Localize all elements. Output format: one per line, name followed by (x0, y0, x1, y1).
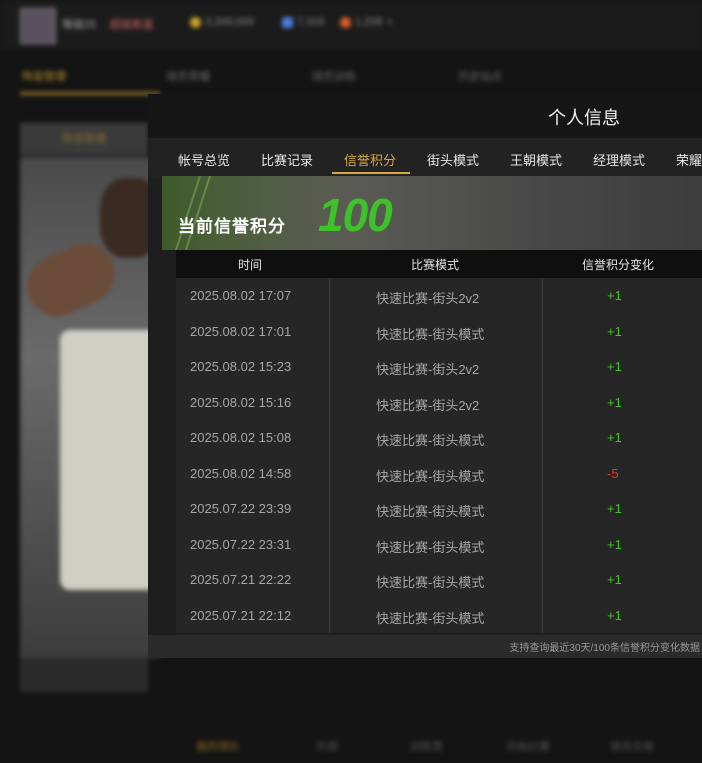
row-match-mode: 快速比赛-街头模式 (376, 326, 485, 342)
row-score-change: +1 (607, 536, 622, 552)
row-match-mode: 快速比赛-街头模式 (376, 468, 485, 484)
row-time: 2025.08.02 15:16 (190, 394, 292, 410)
table-row: 2025.08.02 14:58 快速比赛-街头模式 -5 (176, 456, 702, 492)
tab-account-overview[interactable]: 帐号总览 (178, 150, 230, 169)
nav-tab-honors[interactable]: 球员荣耀 (166, 68, 210, 84)
bottom-nav (0, 725, 702, 763)
nav-active-underline (20, 92, 160, 95)
row-match-mode: 快速比赛-街头模式 (376, 433, 485, 448)
bottom-nav-appearance[interactable]: 外观 (316, 738, 338, 754)
row-time: 2025.07.22 23:31 (190, 536, 292, 552)
table-row: 2025.07.22 23:39 快速比赛-街头模式 +1 (176, 491, 702, 527)
header-match-mode: 比赛模式 (411, 258, 460, 272)
row-score-change: +1 (607, 323, 622, 339)
row-score-change: +1 (607, 288, 622, 303)
tab-street-mode[interactable]: 街头模式 (427, 150, 479, 169)
row-score-change: -5 (607, 465, 619, 481)
tab-manager-mode[interactable]: 经理模式 (593, 150, 645, 169)
rank-label: 超级新星 (110, 19, 154, 31)
row-match-mode: 快速比赛-街头模式 (376, 575, 485, 590)
tab-credit-score[interactable]: 信誉积分 (344, 150, 396, 169)
tab-match-records[interactable]: 比赛记录 (261, 150, 313, 169)
top-status-bar: 等级25 超级新星 3,349,009 7,316 1,208 + (0, 0, 702, 50)
row-time: 2025.07.21 22:22 (190, 572, 292, 587)
row-score-change: +1 (607, 359, 622, 374)
diamond-icon (282, 16, 293, 28)
gold-currency: 3,349,009 (190, 16, 254, 28)
row-score-change: +1 (607, 394, 622, 410)
ticket-icon (340, 16, 351, 28)
table-row: 2025.08.02 17:07 快速比赛-街头2v2 +1 (176, 278, 702, 314)
tab-honors[interactable]: 荣耀 (676, 150, 702, 169)
header-score-change: 信誉积分变化 (582, 258, 655, 272)
nav-tab-lineup[interactable]: 阵容管理 (22, 68, 66, 84)
table-row: 2025.07.21 22:22 快速比赛-街头模式 +1 (176, 562, 702, 598)
nav-tab-history[interactable]: 历史站点 (458, 68, 502, 84)
ticket-currency: 1,208 + (340, 16, 393, 28)
row-time: 2025.08.02 14:58 (190, 465, 292, 481)
row-match-mode: 快速比赛-街头模式 (376, 539, 485, 555)
tab-dynasty-mode[interactable]: 王朝模式 (510, 150, 562, 169)
nav-tab-training[interactable]: 球员训练 (312, 68, 356, 84)
sub-tab-lineup[interactable]: 阵容管理 (20, 124, 148, 154)
current-credit-score-label: 当前信誉积分 (178, 217, 286, 236)
modal-title: 个人信息 (548, 108, 620, 128)
bottom-nav-my-team[interactable]: 我的球队 (196, 738, 240, 754)
player-level: 等级25 (62, 19, 97, 31)
credit-score-banner: 当前信誉积分 100 (162, 176, 702, 250)
row-time: 2025.08.02 17:01 (190, 323, 292, 339)
row-time: 2025.07.22 23:39 (190, 501, 292, 516)
row-time: 2025.08.02 15:08 (190, 430, 292, 445)
row-match-mode: 快速比赛-街头2v2 (376, 291, 480, 306)
query-limit-note: 支持查询最近30天/100条信誉积分变化数据 (509, 643, 700, 654)
modal-tabs: 帐号总览 比赛记录 信誉积分 街头模式 王朝模式 经理模式 荣耀 (148, 138, 702, 178)
row-score-change: +1 (607, 501, 622, 516)
row-match-mode: 快速比赛-街头模式 (376, 610, 485, 626)
player-jersey (60, 330, 160, 590)
bottom-nav-start-game[interactable]: 开始比赛 (506, 738, 550, 754)
table-row: 2025.07.21 22:12 快速比赛-街头模式 +1 (176, 598, 702, 634)
modal-footer: 支持查询最近30天/100条信誉积分变化数据 (148, 635, 702, 658)
current-credit-score-value: 100 (318, 189, 393, 241)
table-row: 2025.08.02 15:16 快速比赛-街头2v2 +1 (176, 385, 702, 421)
row-match-mode: 快速比赛-街头2v2 (376, 397, 480, 413)
bottom-nav-player-trade[interactable]: 球员交易 (610, 738, 654, 754)
bottom-nav-training-camp[interactable]: 训练营 (410, 738, 443, 754)
table-row: 2025.08.02 17:01 快速比赛-街头模式 +1 (176, 314, 702, 350)
table-body: 2025.08.02 17:07 快速比赛-街头2v2 +1 2025.08.02 1… (176, 278, 702, 633)
main-nav-tabs: 阵容管理 球员荣耀 球员训练 历史站点 (0, 60, 702, 95)
active-tab-underline (332, 172, 410, 174)
table-row: 2025.08.02 15:08 快速比赛-街头模式 +1 (176, 420, 702, 456)
avatar[interactable] (20, 8, 56, 44)
table-header: 时间 比赛模式 信誉积分变化 (176, 250, 702, 278)
personal-info-modal: 个人信息 帐号总览 比赛记录 信誉积分 街头模式 王朝模式 经理模式 荣耀 当前… (148, 94, 702, 658)
row-score-change: +1 (607, 607, 622, 623)
row-match-mode: 快速比赛-街头模式 (376, 504, 485, 519)
modal-header: 个人信息 (148, 94, 702, 138)
row-time: 2025.07.21 22:12 (190, 607, 292, 623)
row-score-change: +1 (607, 572, 622, 587)
header-time: 时间 (238, 258, 263, 272)
row-time: 2025.08.02 15:23 (190, 359, 292, 374)
diamond-currency: 7,316 (282, 16, 325, 28)
table-row: 2025.08.02 15:23 快速比赛-街头2v2 +1 (176, 349, 702, 385)
table-row: 2025.07.22 23:31 快速比赛-街头模式 +1 (176, 527, 702, 563)
row-score-change: +1 (607, 430, 622, 445)
row-match-mode: 快速比赛-街头2v2 (376, 362, 480, 377)
credit-history-table: 时间 比赛模式 信誉积分变化 2025.08.02 17:07 快速比赛-街头2v… (176, 250, 702, 633)
add-icon[interactable]: + (387, 16, 393, 28)
row-time: 2025.08.02 17:07 (190, 288, 292, 303)
gold-coin-icon (190, 16, 201, 28)
